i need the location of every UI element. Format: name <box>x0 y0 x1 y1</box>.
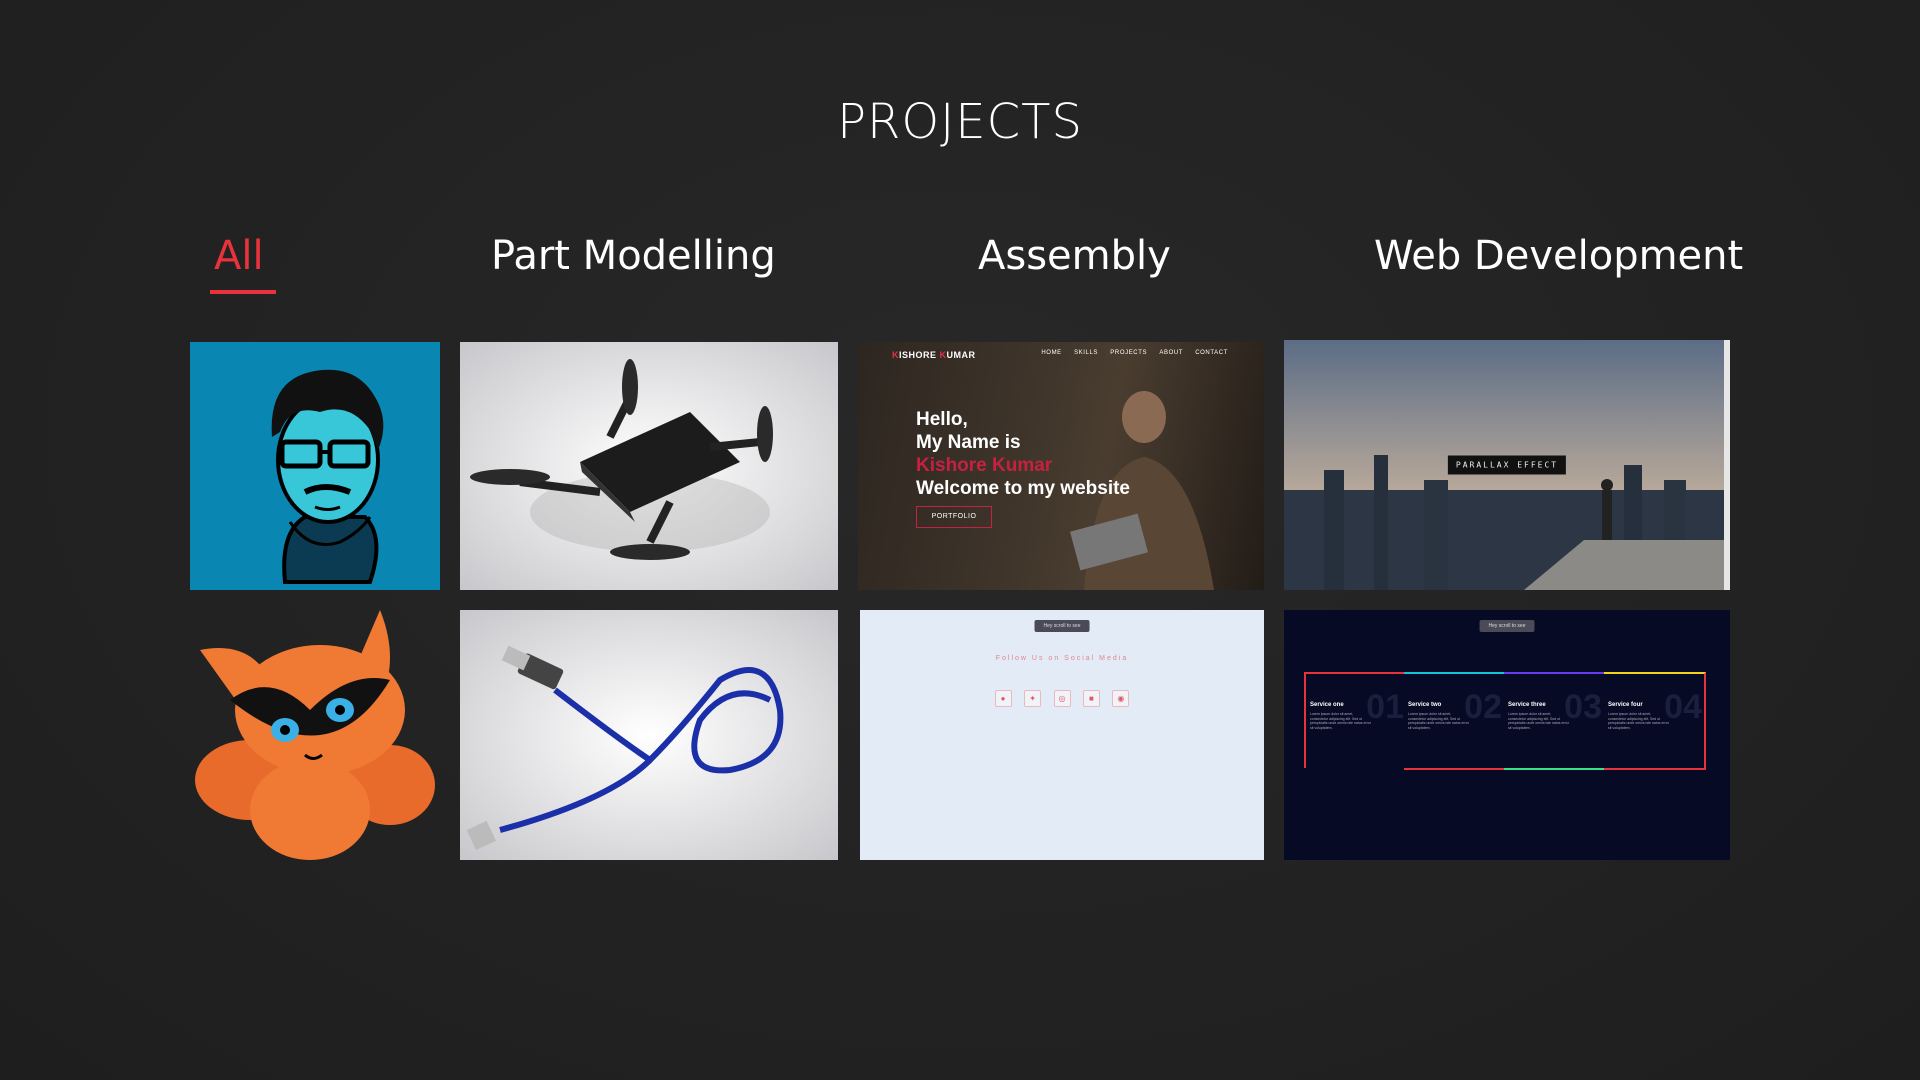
project-card-social-links[interactable]: Hey scroll to see Follow Us on Social Me… <box>860 610 1264 860</box>
active-tab-underline <box>210 290 276 294</box>
parallax-label: PARALLAX EFFECT <box>1447 455 1567 475</box>
scroll-pill: Hey scroll to see <box>1034 620 1090 632</box>
fox-illustration <box>195 610 435 860</box>
usb-cable-render <box>460 610 838 860</box>
project-card-usb-cable[interactable] <box>460 610 838 860</box>
hero-nav-about: ABOUT <box>1159 350 1183 356</box>
service-card: 04 Service four Lorem ipsum dolor sit am… <box>1604 672 1706 770</box>
service-card: 02 Service two Lorem ipsum dolor sit ame… <box>1404 672 1504 770</box>
page-title: PROJECTS <box>837 94 1083 151</box>
tab-all[interactable]: All <box>214 233 264 279</box>
services-row: 01 Service one Lorem ipsum dolor sit ame… <box>1304 672 1706 770</box>
service-card: 03 Service three Lorem ipsum dolor sit a… <box>1504 672 1604 770</box>
hero-nav-contact: CONTACT <box>1195 350 1228 356</box>
social-title: Follow Us on Social Media <box>995 655 1129 662</box>
project-card-portfolio-site[interactable]: KISHORE KUMAR HOME SKILLS PROJECTS ABOUT… <box>858 342 1264 590</box>
whatsapp-icon: ◎ <box>1053 690 1071 707</box>
hero-heading: Hello, My Name is Kishore Kumar Welcome … <box>916 409 1130 499</box>
linkedin-icon: ■ <box>1082 690 1100 707</box>
github-icon: ◉ <box>1112 690 1130 707</box>
service-card: 01 Service one Lorem ipsum dolor sit ame… <box>1304 672 1406 768</box>
project-card-avatar[interactable] <box>190 342 440 590</box>
pinterest-icon: ● <box>994 690 1012 707</box>
tab-web-development[interactable]: Web Development <box>1374 233 1743 279</box>
hero-nav-projects: PROJECTS <box>1110 350 1148 356</box>
project-card-services[interactable]: Hey scroll to see 01 Service one Lorem i… <box>1284 610 1730 860</box>
hero-nav: HOME SKILLS PROJECTS ABOUT CONTACT <box>1031 350 1228 356</box>
twitter-icon: ✦ <box>1024 690 1042 707</box>
hero-portfolio-button: PORTFOLIO <box>916 506 992 528</box>
tab-part-modelling[interactable]: Part Modelling <box>491 233 776 279</box>
project-card-fox[interactable] <box>190 610 440 860</box>
services-scroll-pill: Hey scroll to see <box>1479 620 1535 632</box>
hero-nav-skills: SKILLS <box>1074 350 1099 356</box>
social-icons: ● ✦ ◎ ■ ◉ <box>860 688 1264 707</box>
filter-tabs: All Part Modelling Assembly Web Developm… <box>0 225 1920 305</box>
hero-brand: KISHORE KUMAR <box>892 350 976 360</box>
avatar-illustration <box>190 342 440 590</box>
drone-render <box>460 342 838 590</box>
project-card-drone[interactable] <box>460 342 838 590</box>
tab-assembly[interactable]: Assembly <box>978 233 1171 279</box>
hero-nav-home: HOME <box>1041 350 1062 356</box>
project-card-parallax[interactable]: PARALLAX EFFECT <box>1284 340 1730 590</box>
